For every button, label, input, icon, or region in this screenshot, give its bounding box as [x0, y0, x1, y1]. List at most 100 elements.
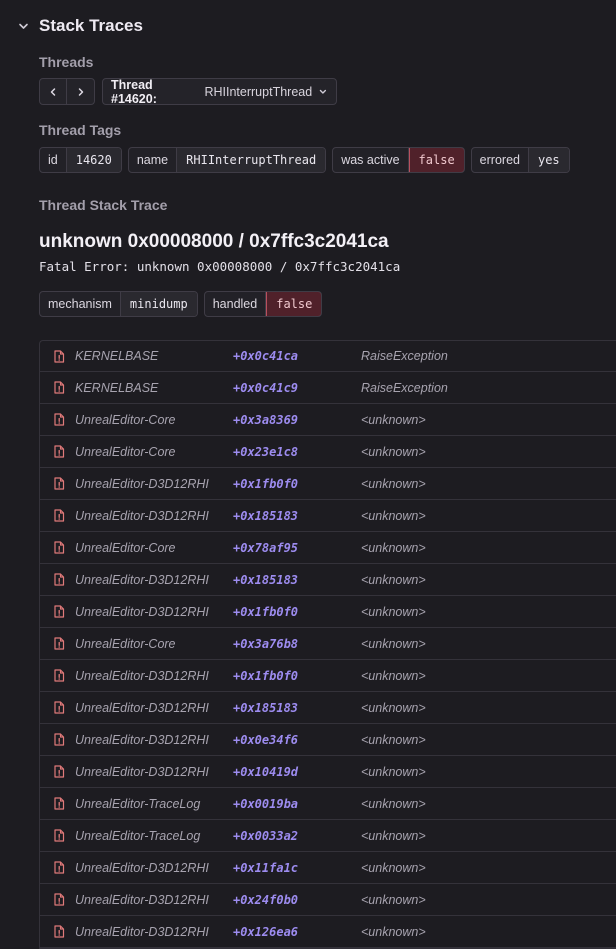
file-error-icon [40, 701, 75, 714]
stack-frame-row[interactable]: UnrealEditor-D3D12RHI +0x185183 <unknown> [40, 500, 616, 532]
frame-function: <unknown> [361, 508, 426, 523]
thread-tags: id 14620 name RHIInterruptThread was act… [39, 147, 570, 173]
chevron-left-icon [50, 87, 56, 96]
thread-id-label: Thread #14620: [111, 77, 157, 106]
frame-offset: +0x185183 [233, 700, 299, 715]
stack-frame-row[interactable]: UnrealEditor-D3D12RHI +0x185183 <unknown> [40, 692, 616, 724]
file-error-icon [40, 925, 75, 938]
tag-value: false [408, 148, 464, 172]
frame-function: <unknown> [361, 796, 426, 811]
stack-frame-row[interactable]: UnrealEditor-Core +0x78af95 <unknown> [40, 532, 616, 564]
tag-key: name [129, 148, 178, 172]
file-error-icon [40, 381, 75, 394]
frame-offset: +0x24f0b0 [233, 892, 299, 907]
error-subtitle: Fatal Error: unknown 0x00008000 / 0x7ffc… [39, 259, 401, 274]
frame-offset: +0x0c41ca [233, 349, 299, 363]
frame-module: UnrealEditor-D3D12RHI [75, 764, 209, 779]
frame-function: <unknown> [361, 892, 426, 907]
stack-frame-row[interactable]: UnrealEditor-TraceLog +0x0019ba <unknown> [40, 788, 616, 820]
frame-module: UnrealEditor-TraceLog [75, 828, 201, 843]
tag-handled[interactable]: handled false [203, 291, 323, 317]
file-error-icon [40, 765, 75, 778]
tag-errored[interactable]: errored yes [470, 147, 570, 173]
frame-offset: +0x11fa1c [233, 860, 299, 875]
frame-offset: +0x3a76b8 [233, 636, 299, 651]
stack-frame-row[interactable]: UnrealEditor-D3D12RHI +0x10419d <unknown> [40, 756, 616, 788]
tag-name[interactable]: name RHIInterruptThread [127, 147, 327, 173]
mechanism-tags: mechanism minidump handled false [39, 291, 323, 317]
stack-frame-row[interactable]: UnrealEditor-Core +0x3a76b8 <unknown> [40, 628, 616, 660]
file-error-icon [40, 477, 75, 490]
chevron-down-icon [319, 89, 327, 94]
frame-module: UnrealEditor-TraceLog [75, 796, 201, 811]
frame-function: <unknown> [361, 668, 426, 683]
tag-key: id [40, 148, 67, 172]
frame-offset: +0x3a8369 [233, 412, 299, 427]
frame-offset: +0x185183 [233, 572, 299, 587]
frame-offset: +0x185183 [233, 508, 299, 523]
stack-frame-row[interactable]: KERNELBASE +0x0c41ca RaiseException [40, 341, 616, 372]
frame-module: UnrealEditor-D3D12RHI [75, 572, 209, 587]
frame-module: UnrealEditor-D3D12RHI [75, 476, 209, 491]
next-thread-button[interactable] [66, 78, 95, 105]
frame-module: UnrealEditor-D3D12RHI [75, 604, 209, 619]
section-title: Stack Traces [39, 16, 143, 35]
frame-offset: +0x0e34f6 [233, 732, 299, 747]
frame-module: UnrealEditor-Core [75, 540, 176, 555]
frame-module: UnrealEditor-Core [75, 444, 176, 459]
stack-frame-row[interactable]: UnrealEditor-TraceLog +0x0033a2 <unknown> [40, 820, 616, 852]
stack-frame-row[interactable]: UnrealEditor-D3D12RHI +0x1fb0f0 <unknown> [40, 468, 616, 500]
frame-offset: +0x10419d [233, 764, 299, 779]
stack-frame-row[interactable]: UnrealEditor-D3D12RHI +0x1fb0f0 <unknown> [40, 596, 616, 628]
file-error-icon [40, 893, 75, 906]
stack-frame-row[interactable]: UnrealEditor-D3D12RHI +0x11fa1c <unknown> [40, 852, 616, 884]
file-error-icon [40, 541, 75, 554]
stack-frame-row[interactable]: UnrealEditor-Core +0x23e1c8 <unknown> [40, 436, 616, 468]
threads-label: Threads [39, 54, 94, 70]
tag-value: false [266, 292, 322, 316]
file-error-icon [40, 733, 75, 746]
tag-mechanism[interactable]: mechanism minidump [39, 291, 198, 317]
frame-module: UnrealEditor-Core [75, 636, 176, 651]
frame-module: UnrealEditor-D3D12RHI [75, 860, 209, 875]
stack-frame-row[interactable]: UnrealEditor-D3D12RHI +0x0e34f6 <unknown> [40, 724, 616, 756]
frame-function: <unknown> [361, 636, 426, 651]
frame-offset: +0x1fb0f0 [233, 668, 299, 683]
section-toggle[interactable]: Stack Traces [18, 16, 143, 36]
stack-traces-panel: Stack Traces Threads Thread #14620: RHII… [0, 0, 616, 949]
frame-module: UnrealEditor-D3D12RHI [75, 892, 209, 907]
file-error-icon [40, 637, 75, 650]
tag-value: 14620 [66, 148, 121, 172]
frame-function: <unknown> [361, 604, 426, 619]
frame-function: <unknown> [361, 860, 426, 875]
stack-frame-row[interactable]: UnrealEditor-D3D12RHI +0x24f0b0 <unknown> [40, 884, 616, 916]
frame-module: KERNELBASE [75, 349, 159, 363]
thread-select-dropdown[interactable]: Thread #14620: RHIInterruptThread [102, 77, 337, 106]
tag-was-active[interactable]: was active false [332, 147, 465, 173]
tag-value: minidump [120, 292, 197, 316]
stack-frame-row[interactable]: UnrealEditor-Core +0x3a8369 <unknown> [40, 404, 616, 436]
frame-offset: +0x23e1c8 [233, 444, 299, 459]
stack-frame-row[interactable]: UnrealEditor-D3D12RHI +0x185183 <unknown> [40, 564, 616, 596]
frame-function: <unknown> [361, 924, 426, 939]
file-error-icon [40, 669, 75, 682]
tag-value: RHIInterruptThread [177, 148, 326, 172]
frame-module: UnrealEditor-D3D12RHI [75, 508, 209, 523]
frame-module: UnrealEditor-D3D12RHI [75, 668, 209, 683]
stack-trace-label: Thread Stack Trace [39, 197, 168, 213]
tag-id[interactable]: id 14620 [39, 147, 122, 173]
prev-thread-button[interactable] [39, 78, 67, 105]
frame-module: UnrealEditor-Core [75, 412, 176, 427]
stack-frame-row[interactable]: UnrealEditor-D3D12RHI +0x1fb0f0 <unknown> [40, 660, 616, 692]
frame-function: RaiseException [361, 380, 448, 395]
frame-function: <unknown> [361, 732, 426, 747]
frame-offset: +0x78af95 [233, 540, 299, 555]
stack-frame-row[interactable]: KERNELBASE +0x0c41c9 RaiseException [40, 372, 616, 404]
stack-frame-row[interactable]: UnrealEditor-D3D12RHI +0x126ea6 <unknown> [40, 916, 616, 948]
frame-offset: +0x0c41c9 [233, 380, 299, 395]
file-error-icon [40, 573, 75, 586]
stack-frame-list: KERNELBASE +0x0c41ca RaiseException KERNELB… [39, 340, 616, 949]
file-error-icon [40, 861, 75, 874]
file-error-icon [40, 605, 75, 618]
frame-offset: +0x0033a2 [233, 828, 299, 843]
